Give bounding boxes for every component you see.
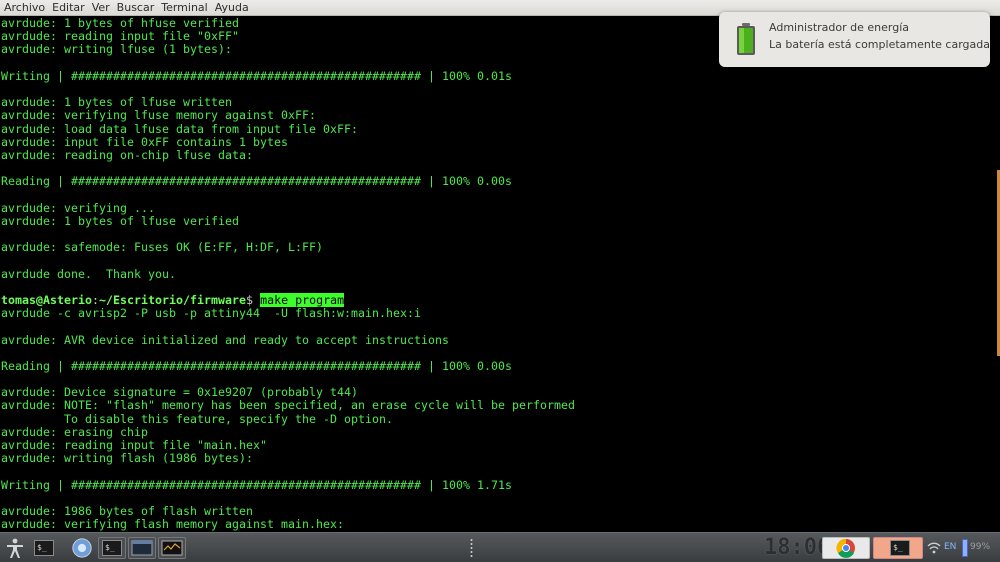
menu-editar[interactable]: Editar — [49, 0, 89, 16]
terminal-output[interactable]: avrdude: 1 bytes of hfuse verified avrdud… — [0, 16, 1000, 532]
terminal-icon: $_ — [34, 540, 54, 556]
task-terminal-active-button[interactable]: $_ — [873, 537, 923, 559]
battery-percent: 99% — [970, 542, 991, 552]
terminal-icon: $_ — [890, 540, 910, 556]
terminal-line: Writing | ##############################… — [1, 477, 513, 492]
terminal-line: To disable this feature, specify the -D … — [1, 411, 394, 426]
notification-title: Administrador de energía — [769, 21, 910, 34]
menu-ver[interactable]: Ver — [89, 0, 114, 16]
task-monitor-button[interactable] — [158, 537, 186, 559]
prompt-user: tomas@Asterio — [1, 292, 93, 307]
prompt-separator: : — [92, 292, 100, 307]
menu-ayuda[interactable]: Ayuda — [212, 0, 253, 16]
keyboard-layout[interactable]: EN — [944, 542, 956, 552]
chromium-launcher-icon[interactable] — [70, 537, 94, 559]
terminal-icon: $_ — [102, 540, 122, 556]
terminal-line: Writing | ##############################… — [1, 68, 513, 83]
terminal-line: avrdude: verifying flash memory against … — [1, 517, 345, 532]
terminal-line: avrdude: AVR device initialized and read… — [1, 332, 450, 347]
monitor-icon — [161, 540, 183, 556]
task-window-button[interactable] — [128, 537, 156, 559]
terminal-line: avrdude: input file 0xFF contains 1 byte… — [1, 134, 289, 149]
terminal-line: avrdude: reading on-chip lfuse data: — [1, 147, 254, 162]
terminal-line: avrdude: verifying ... — [1, 200, 156, 215]
panel-grip[interactable] — [470, 538, 473, 558]
chrome-icon — [836, 538, 855, 558]
taskbar: $_ $_ 18:06 $_ EN 99% — [0, 532, 1000, 562]
clock[interactable]: 18:06 — [764, 535, 830, 560]
terminal-line: avrdude: NOTE: "flash" memory has been s… — [1, 398, 576, 413]
window-icon — [131, 540, 153, 556]
terminal-line: avrdude: 1 bytes of lfuse verified — [1, 213, 240, 228]
terminal-line: avrdude: safemode: Fuses OK (E:FF, H:DF,… — [1, 240, 324, 255]
task-chrome-button[interactable] — [822, 537, 870, 559]
notification-body: La batería está completamente cargada — [769, 38, 990, 51]
terminal-line: avrdude: load data lfuse data from input… — [1, 121, 359, 136]
battery-full-icon — [737, 23, 755, 55]
terminal-line: Reading | ##############################… — [1, 358, 513, 373]
task-terminal-button[interactable]: $_ — [98, 537, 126, 559]
menu-archivo[interactable]: Archivo — [0, 0, 49, 16]
battery-indicator-icon[interactable] — [962, 539, 968, 557]
accessibility-icon[interactable] — [4, 537, 26, 559]
terminal-line: avrdude done. Thank you. — [1, 266, 177, 281]
wifi-icon[interactable] — [926, 537, 942, 559]
terminal-launcher-button[interactable]: $_ — [34, 537, 58, 559]
terminal-line: Reading | ##############################… — [1, 174, 513, 189]
prompt-path: ~/Escritorio/firmware — [99, 292, 247, 307]
terminal-line: avrdude -c avrisp2 -P usb -p attiny44 -U… — [1, 306, 422, 321]
power-notification[interactable]: Administrador de energía La batería está… — [719, 12, 990, 67]
menu-buscar[interactable]: Buscar — [114, 0, 159, 16]
terminal-line: avrdude: writing flash (1986 bytes): — [1, 451, 254, 466]
typed-command: make program — [260, 292, 345, 307]
menu-terminal[interactable]: Terminal — [158, 0, 212, 16]
prompt-symbol: $ — [246, 292, 261, 307]
terminal-line: avrdude: verifying lfuse memory against … — [1, 108, 317, 123]
